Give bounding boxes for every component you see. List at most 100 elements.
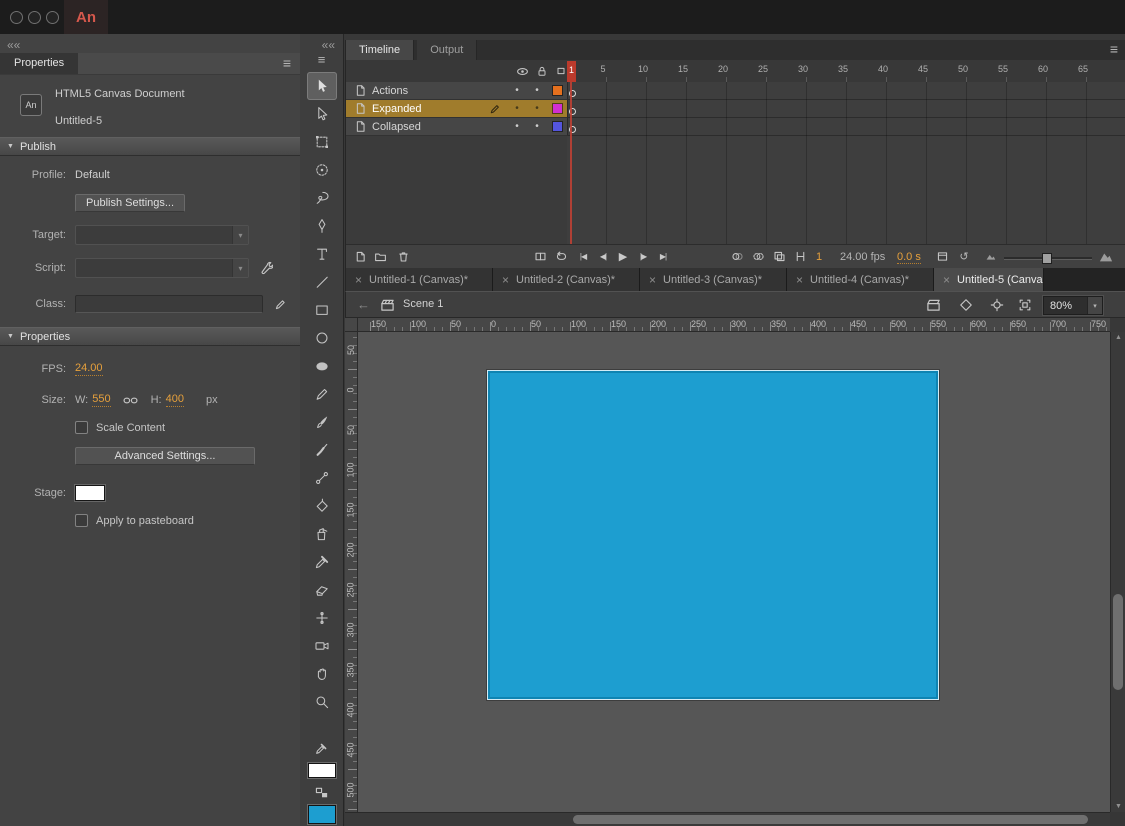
modify-markers-button[interactable] — [792, 249, 808, 264]
subselection-tool[interactable] — [307, 100, 337, 128]
close-tab-icon[interactable]: × — [502, 274, 509, 286]
scroll-up-arrow-icon[interactable]: ▲ — [1115, 334, 1122, 341]
eyedropper-tool[interactable] — [307, 548, 337, 576]
playhead-marker[interactable]: 1 — [567, 61, 576, 82]
layer-lock-dot[interactable]: • — [527, 85, 547, 96]
timeline-zoom-slider-thumb[interactable] — [1042, 253, 1052, 264]
stage-width-value[interactable]: 550 — [92, 393, 110, 407]
script-settings-wrench-icon[interactable] — [258, 260, 274, 276]
camera-tool[interactable] — [307, 632, 337, 660]
document-tab[interactable]: × Untitled-2 (Canvas)* — [493, 268, 640, 291]
layer-name[interactable]: Actions — [372, 85, 489, 97]
close-tab-icon[interactable]: × — [796, 274, 803, 286]
publish-section-header[interactable]: ▼ Publish — [0, 137, 300, 156]
layer-visible-dot[interactable]: • — [507, 103, 527, 114]
edit-symbols-icon[interactable] — [957, 297, 975, 313]
new-layer-button[interactable] — [352, 249, 368, 264]
width-tool[interactable] — [307, 604, 337, 632]
fill-color-swatch[interactable] — [308, 805, 336, 824]
reset-timeline-zoom-button[interactable]: ↺ — [956, 249, 972, 264]
go-to-last-frame-button[interactable]: ▶| — [655, 249, 671, 264]
loop-button[interactable] — [553, 249, 569, 264]
edit-scene-icon[interactable] — [924, 297, 942, 313]
layer-lock-dot[interactable]: • — [527, 121, 547, 132]
bone-tool[interactable] — [307, 464, 337, 492]
timeline-layer-row[interactable]: Expanded • • — [346, 100, 1125, 118]
layer-frames[interactable] — [568, 100, 1125, 118]
frame-rate-indicator[interactable]: 24.00 fps — [840, 251, 885, 263]
close-tab-icon[interactable]: × — [649, 274, 656, 286]
stroke-color-swatch[interactable] — [308, 763, 336, 778]
document-tab[interactable]: × Untitled-4 (Canvas)* — [787, 268, 934, 291]
horizontal-scrollbar[interactable] — [345, 812, 1110, 826]
onion-skin-outlines-button[interactable] — [750, 249, 766, 264]
vertical-scrollbar[interactable]: ▲ ▼ — [1110, 332, 1125, 812]
target-select[interactable]: ▾ — [75, 225, 249, 245]
class-input[interactable] — [75, 295, 263, 313]
lasso-tool[interactable] — [307, 184, 337, 212]
lock-all-layers-icon[interactable] — [534, 64, 550, 78]
vertical-scrollbar-thumb[interactable] — [1113, 594, 1123, 690]
panel-menu-icon[interactable]: ≡ — [283, 55, 291, 71]
window-close-button[interactable] — [10, 11, 23, 24]
layer-visible-dot[interactable]: • — [507, 85, 527, 96]
pen-tool[interactable] — [307, 212, 337, 240]
paint-bucket-tool[interactable] — [307, 492, 337, 520]
close-tab-icon[interactable]: × — [355, 274, 362, 286]
collapse-toolbar-chevrons-icon[interactable]: «« — [322, 38, 335, 52]
line-tool[interactable] — [307, 268, 337, 296]
layer-outline-color-swatch[interactable] — [547, 86, 567, 95]
properties-section-header[interactable]: ▼ Properties — [0, 327, 300, 346]
onion-skin-button[interactable] — [729, 249, 745, 264]
document-tab[interactable]: × Untitled-3 (Canvas)* — [640, 268, 787, 291]
rectangle-tool[interactable] — [307, 296, 337, 324]
tab-properties[interactable]: Properties — [0, 53, 78, 74]
scale-content-checkbox[interactable] — [75, 421, 88, 434]
center-frame-button[interactable] — [532, 249, 548, 264]
layer-frames[interactable] — [568, 82, 1125, 100]
layer-visible-dot[interactable]: • — [507, 121, 527, 132]
close-tab-icon[interactable]: × — [943, 274, 950, 286]
script-select[interactable]: ▾ — [75, 258, 249, 278]
link-dimensions-icon[interactable] — [123, 392, 139, 408]
document-tab[interactable]: × Untitled-5 (Canvas)* — [934, 268, 1044, 291]
timeline-zoom-slider[interactable] — [1004, 257, 1092, 260]
default-colors-icon[interactable] — [314, 785, 330, 801]
zoom-tool[interactable] — [307, 688, 337, 716]
timeline-frame-ruler[interactable]: 5101520253035404550556065 1 — [346, 60, 1125, 83]
layer-lock-dot[interactable]: • — [527, 103, 547, 114]
advanced-settings-button[interactable]: Advanced Settings... — [75, 447, 255, 465]
stage-height-value[interactable]: 400 — [166, 393, 184, 407]
timeline-panel-menu-icon[interactable]: ≡ — [1110, 41, 1118, 57]
layer-outline-color-swatch[interactable] — [547, 122, 567, 131]
delete-layer-button[interactable] — [395, 249, 411, 264]
horizontal-scrollbar-thumb[interactable] — [573, 815, 1088, 824]
polystar-tool[interactable] — [307, 352, 337, 380]
eraser-tool[interactable] — [307, 576, 337, 604]
tab-output[interactable]: Output — [417, 40, 477, 60]
step-forward-button[interactable]: |▶ — [635, 249, 651, 264]
window-minimize-button[interactable] — [28, 11, 41, 24]
layer-name[interactable]: Expanded — [372, 103, 489, 115]
selection-tool[interactable] — [307, 72, 337, 100]
timeline-zoom-out-icon[interactable] — [982, 249, 998, 264]
step-back-button[interactable]: ◀| — [595, 249, 611, 264]
new-folder-button[interactable] — [372, 249, 388, 264]
stage[interactable] — [487, 370, 939, 700]
apply-to-pasteboard-checkbox[interactable] — [75, 514, 88, 527]
frame-view-button[interactable] — [934, 249, 950, 264]
clip-content-icon[interactable] — [1016, 297, 1034, 313]
toolbar-menu-icon[interactable]: ≡ — [318, 52, 326, 67]
zoom-select[interactable]: 80% ▾ — [1043, 296, 1103, 315]
stage-color-swatch[interactable] — [75, 485, 105, 501]
collapse-panel-chevrons-icon[interactable]: «« — [7, 38, 20, 52]
scroll-down-arrow-icon[interactable]: ▼ — [1115, 803, 1122, 810]
hand-tool[interactable] — [307, 660, 337, 688]
tab-timeline[interactable]: Timeline — [346, 40, 414, 60]
canvas-pasteboard[interactable] — [358, 332, 1110, 812]
timeline-layer-row[interactable]: Actions • • — [346, 82, 1125, 100]
timeline-zoom-in-icon[interactable] — [1098, 249, 1114, 264]
play-button[interactable]: ▶ — [615, 249, 631, 264]
class-edit-pencil-icon[interactable] — [272, 296, 288, 312]
back-button[interactable]: ← — [357, 297, 370, 312]
